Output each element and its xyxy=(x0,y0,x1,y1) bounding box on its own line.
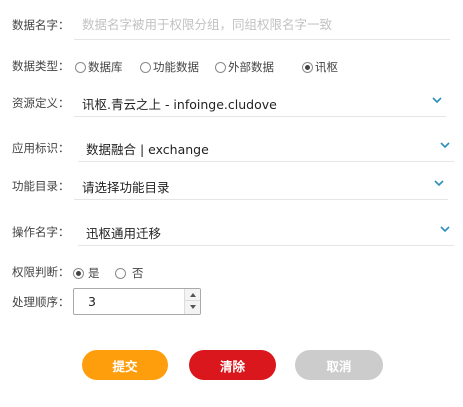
name-label: 数据名字： xyxy=(12,18,70,32)
resource-select-value: 讯枢.青云之上 - infoinge.cludove xyxy=(82,97,277,112)
radio-indicator[interactable] xyxy=(140,61,151,73)
chevron-down-icon[interactable] xyxy=(432,97,442,104)
radio-label: 功能数据 xyxy=(153,60,199,74)
app-id-select-value: 数据融合 | exchange xyxy=(86,142,209,157)
radio-indicator[interactable] xyxy=(215,61,226,73)
operation-name-select[interactable]: 迅枢通用迁移 xyxy=(78,216,454,246)
name-input[interactable] xyxy=(74,10,450,40)
triangle-down-icon xyxy=(189,305,196,309)
cancel-button[interactable]: 取消 xyxy=(295,350,383,380)
order-stepper[interactable]: 3 xyxy=(73,288,201,315)
permission-check-label: 权限判断： xyxy=(12,265,70,279)
triangle-up-icon xyxy=(189,292,196,297)
data-type-radio-external-data[interactable]: 外部数据 xyxy=(215,59,274,75)
clear-button[interactable]: 清除 xyxy=(189,350,276,380)
chevron-down-icon[interactable] xyxy=(440,226,450,233)
radio-label: 是 xyxy=(88,266,100,280)
function-dir-select[interactable]: 请选择功能目录 xyxy=(74,170,448,200)
radio-indicator[interactable] xyxy=(75,61,86,73)
radio-indicator[interactable] xyxy=(302,61,313,73)
app-id-label: 应用标识： xyxy=(12,141,70,155)
radio-indicator[interactable] xyxy=(73,267,84,279)
stepper-arrows xyxy=(184,289,200,314)
radio-label: 讯枢 xyxy=(315,60,338,74)
order-value[interactable]: 3 xyxy=(88,294,96,309)
resource-label: 资源定义： xyxy=(12,96,70,110)
permission-radio-yes[interactable]: 是 xyxy=(73,265,100,281)
radio-label: 否 xyxy=(132,266,144,280)
data-type-label: 数据类型： xyxy=(12,59,70,73)
submit-button[interactable]: 提交 xyxy=(82,350,168,380)
chevron-down-icon[interactable] xyxy=(434,180,444,187)
data-type-radio-xunshu[interactable]: 讯枢 xyxy=(302,59,338,75)
order-label: 处理顺序： xyxy=(12,295,70,309)
chevron-down-icon[interactable] xyxy=(440,142,450,149)
operation-name-select-value: 迅枢通用迁移 xyxy=(86,226,162,241)
data-type-radio-database[interactable]: 数据库 xyxy=(75,59,123,75)
function-dir-select-value: 请选择功能目录 xyxy=(82,180,170,195)
function-dir-label: 功能目录： xyxy=(12,179,70,193)
stepper-up-button[interactable] xyxy=(185,289,200,301)
resource-select[interactable]: 讯枢.青云之上 - infoinge.cludove xyxy=(74,87,446,117)
radio-label: 数据库 xyxy=(88,60,123,74)
permission-radio-no[interactable]: 否 xyxy=(115,265,144,281)
operation-name-label: 操作名字： xyxy=(12,225,70,239)
data-type-radio-function-data[interactable]: 功能数据 xyxy=(140,59,199,75)
stepper-down-button[interactable] xyxy=(185,301,200,313)
radio-label: 外部数据 xyxy=(228,60,274,74)
app-id-select[interactable]: 数据融合 | exchange xyxy=(78,132,454,162)
radio-indicator[interactable] xyxy=(115,267,126,279)
